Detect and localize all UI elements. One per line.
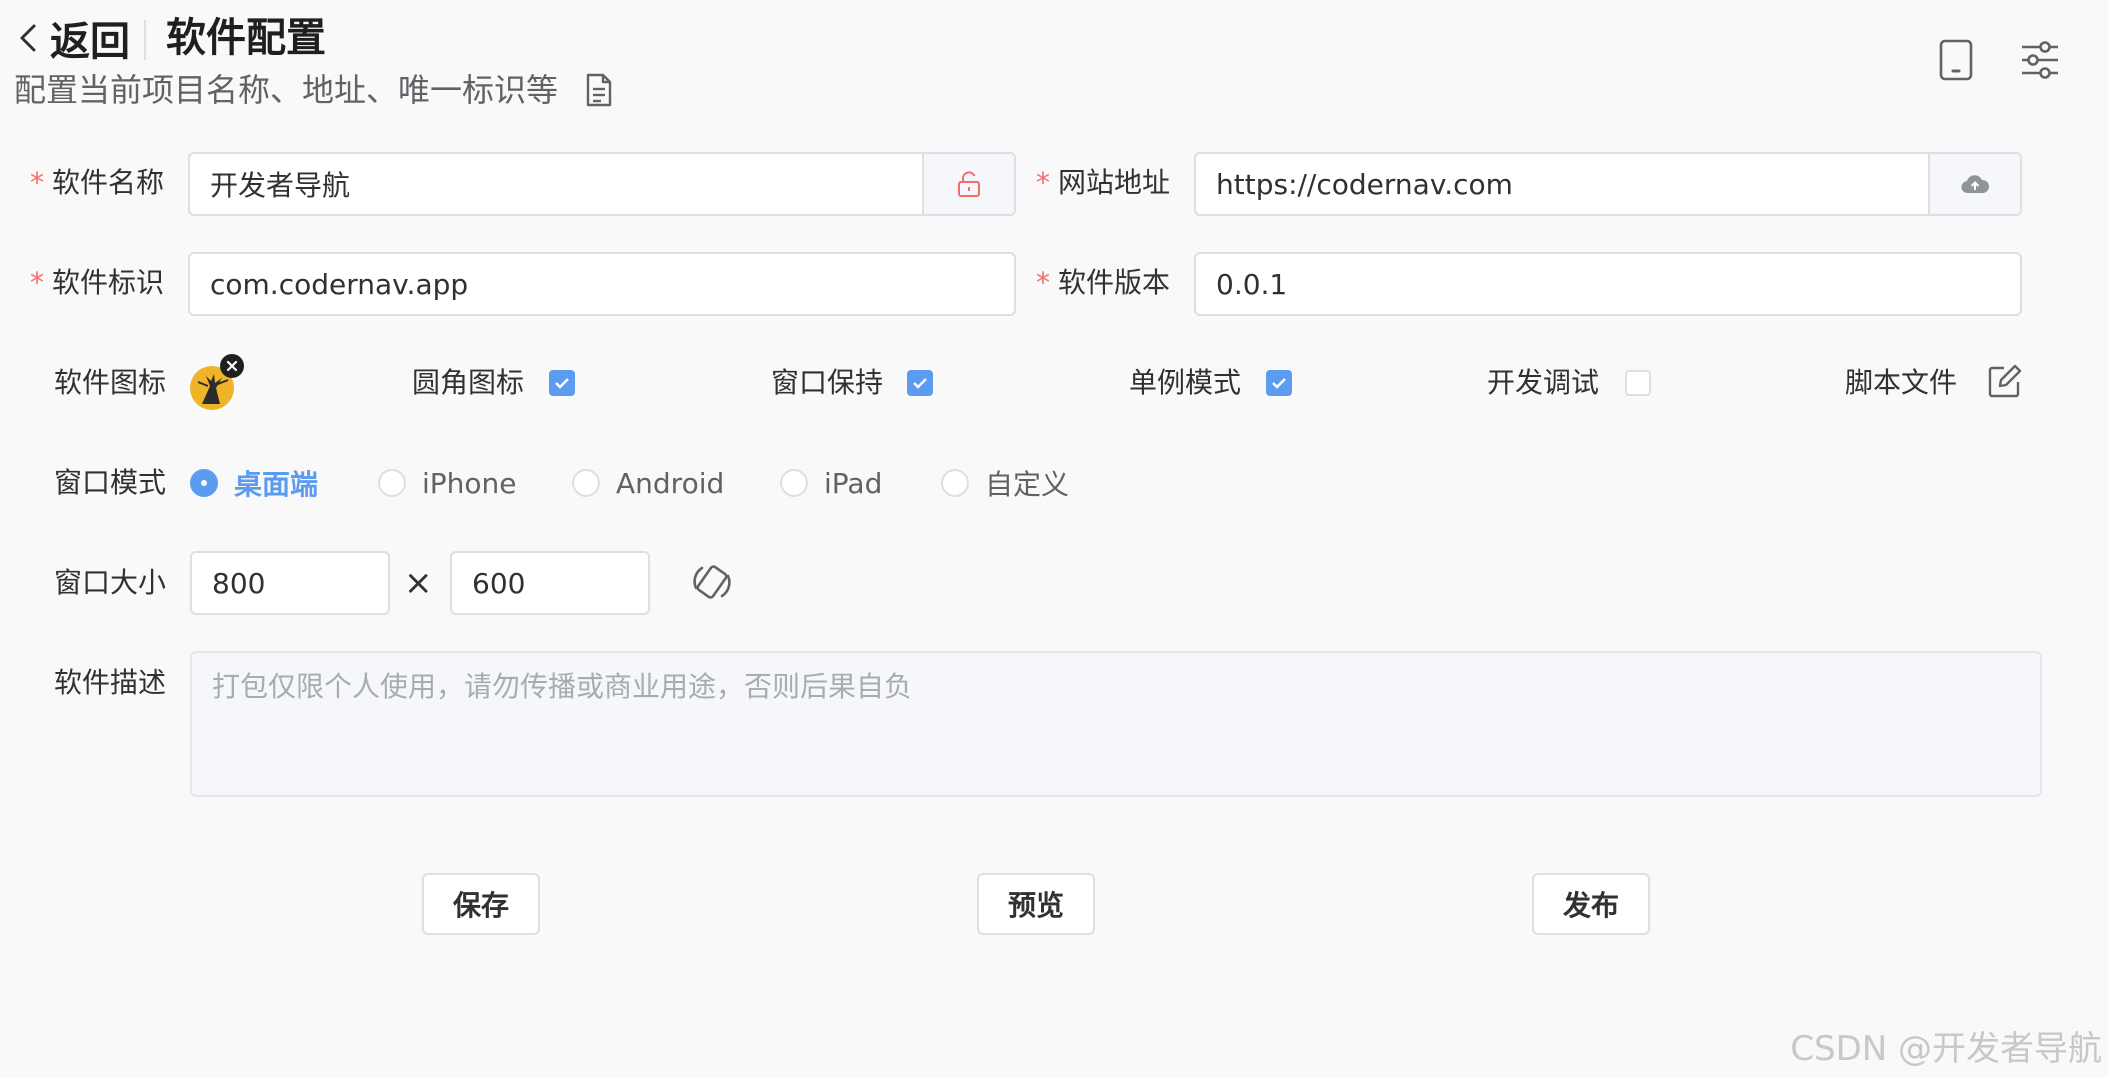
lock-button[interactable]: [922, 154, 1014, 214]
singleton-label: 单例模式: [1129, 366, 1242, 399]
singleton-checkbox[interactable]: [1266, 370, 1292, 396]
name-label-text: 软件名称: [52, 166, 165, 199]
debug-label: 开发调试: [1487, 366, 1600, 399]
app-icon-upload[interactable]: [188, 354, 248, 414]
desc-textarea[interactable]: 打包仅限个人使用，请勿传播或商业用途，否则后果自负: [190, 651, 2042, 797]
window-keep-checkbox[interactable]: [907, 370, 933, 396]
height-value[interactable]: 600: [452, 553, 648, 613]
version-value[interactable]: 0.0.1: [1196, 254, 2020, 314]
radio-dot: [941, 469, 969, 497]
radio-ipad[interactable]: iPad: [780, 463, 882, 503]
url-field[interactable]: https://codernav.com: [1194, 152, 2022, 216]
radio-android-label: Android: [616, 466, 725, 500]
check-icon: [913, 378, 927, 389]
debug-checkbox[interactable]: [1625, 370, 1651, 396]
header-divider: [144, 20, 146, 60]
page-subtitle: 配置当前项目名称、地址、唯一标识等: [14, 68, 614, 112]
width-value[interactable]: 800: [192, 553, 388, 613]
size-separator: ×: [404, 563, 433, 603]
id-label: * 软件标识: [30, 263, 164, 303]
id-value[interactable]: com.codernav.app: [190, 254, 1014, 314]
radio-custom-label: 自定义: [985, 468, 1070, 501]
required-mark: *: [1036, 166, 1050, 199]
watermark: CSDN @开发者导航: [1790, 1029, 2102, 1069]
upload-button[interactable]: [1928, 154, 2020, 214]
window-keep-label: 窗口保持: [771, 366, 884, 399]
name-field[interactable]: 开发者导航: [188, 152, 1016, 216]
id-field[interactable]: com.codernav.app: [188, 252, 1016, 316]
url-label-text: 网站地址: [1058, 166, 1171, 199]
tablet-icon[interactable]: [1934, 38, 1978, 82]
unlock-icon: [958, 171, 980, 197]
radio-dot: [378, 469, 406, 497]
version-label: * 软件版本: [1036, 263, 1170, 303]
preview-button[interactable]: 预览: [977, 873, 1095, 935]
window-mode-label: 窗口模式: [54, 466, 167, 499]
radio-iphone-label: iPhone: [422, 466, 517, 500]
rounded-icon-label: 圆角图标: [412, 366, 525, 399]
radio-desktop[interactable]: 桌面端: [190, 463, 318, 503]
page-title: 软件配置: [166, 15, 326, 61]
url-label: * 网站地址: [1036, 163, 1170, 203]
version-field[interactable]: 0.0.1: [1194, 252, 2022, 316]
save-button[interactable]: 保存: [422, 873, 540, 935]
publish-button[interactable]: 发布: [1532, 873, 1650, 935]
rounded-icon-checkbox[interactable]: [549, 370, 575, 396]
required-mark: *: [1036, 266, 1050, 299]
height-input[interactable]: 600: [450, 551, 650, 615]
radio-android[interactable]: Android: [572, 463, 724, 503]
required-mark: *: [30, 166, 44, 199]
radio-dot: [572, 469, 600, 497]
desc-label: 软件描述: [54, 666, 167, 699]
width-input[interactable]: 800: [190, 551, 390, 615]
required-mark: *: [30, 266, 44, 299]
back-button[interactable]: 返回: [14, 10, 130, 66]
sliders-icon[interactable]: [2018, 38, 2062, 82]
radio-dot: [190, 469, 218, 497]
remove-icon-button[interactable]: [220, 354, 244, 378]
document-icon[interactable]: [584, 72, 614, 108]
check-icon: [555, 378, 569, 389]
name-label: * 软件名称: [30, 163, 164, 203]
icon-label: 软件图标: [54, 366, 167, 399]
back-label: 返回: [50, 19, 130, 65]
close-icon: [226, 360, 238, 372]
chevron-left-icon: [20, 24, 36, 52]
version-label-text: 软件版本: [1058, 266, 1171, 299]
cloud-upload-icon: [1961, 175, 1989, 194]
radio-iphone[interactable]: iPhone: [378, 463, 517, 503]
id-label-text: 软件标识: [52, 266, 165, 299]
name-value[interactable]: 开发者导航: [190, 154, 922, 214]
radio-custom[interactable]: 自定义: [941, 463, 1069, 503]
script-label: 脚本文件: [1845, 366, 1958, 399]
radio-dot: [780, 469, 808, 497]
radio-desktop-label: 桌面端: [234, 468, 319, 501]
window-size-label: 窗口大小: [54, 566, 167, 599]
url-value[interactable]: https://codernav.com: [1196, 154, 1928, 214]
edit-icon[interactable]: [1986, 364, 2022, 400]
radio-ipad-label: iPad: [824, 466, 883, 500]
subtitle-text: 配置当前项目名称、地址、唯一标识等: [14, 71, 559, 109]
rotate-icon[interactable]: [690, 560, 734, 604]
check-icon: [1272, 378, 1286, 389]
